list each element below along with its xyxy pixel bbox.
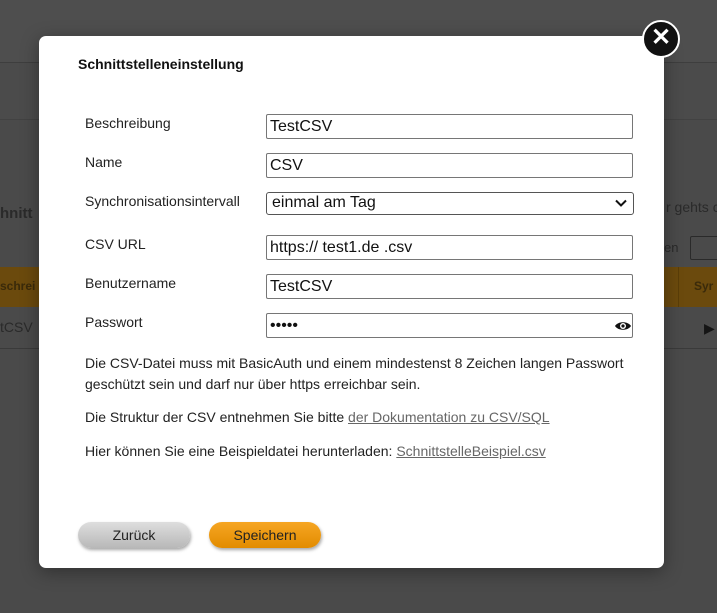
chevron-down-icon xyxy=(615,199,627,207)
structure-info-text: Die Struktur der CSV entnehmen Sie bitte xyxy=(85,409,349,425)
label-csv-url: CSV URL xyxy=(85,236,146,252)
csv-url-input[interactable] xyxy=(266,235,633,260)
documentation-link[interactable]: der Dokumentation zu CSV/SQL xyxy=(348,409,550,425)
label-beschreibung: Beschreibung xyxy=(85,115,171,131)
download-info: Hier können Sie eine Beispieldatei herun… xyxy=(85,441,625,462)
background-search-input xyxy=(690,236,717,260)
dialog-title: Schnittstelleneinstellung xyxy=(78,56,244,72)
background-heading: hnitt xyxy=(0,205,33,222)
close-icon[interactable]: ✕ xyxy=(642,20,680,58)
settings-dialog: Schnittstelleneinstellung Beschreibung N… xyxy=(39,36,664,568)
download-info-text: Hier können Sie eine Beispieldatei herun… xyxy=(85,443,397,459)
label-intervall: Synchronisationsintervall xyxy=(85,193,240,209)
intervall-select-value: einmal am Tag xyxy=(272,194,376,211)
structure-info: Die Struktur der CSV entnehmen Sie bitte… xyxy=(85,407,625,428)
label-benutzername: Benutzername xyxy=(85,275,177,291)
background-right-text: r gehts c xyxy=(666,199,717,215)
background-table-header-divider xyxy=(678,267,679,307)
label-name: Name xyxy=(85,154,123,170)
basic-auth-info: Die CSV-Datei muss mit BasicAuth und ein… xyxy=(85,355,624,392)
background-search-label: en xyxy=(664,240,679,255)
background-table-cell: tCSV xyxy=(0,319,33,335)
play-icon: ▶ xyxy=(704,320,715,336)
beschreibung-input[interactable] xyxy=(266,114,633,139)
name-input[interactable] xyxy=(266,153,633,178)
passwort-input[interactable] xyxy=(266,313,633,338)
intervall-select[interactable]: einmal am Tag xyxy=(266,192,634,215)
example-file-link[interactable]: SchnittstelleBeispiel.csv xyxy=(396,443,545,459)
benutzername-input[interactable] xyxy=(266,274,633,299)
save-button[interactable]: Speichern xyxy=(209,522,321,548)
back-button[interactable]: Zurück xyxy=(78,522,190,548)
background-table-header-left: schrei xyxy=(0,279,36,293)
background-table-header-right: Syr xyxy=(694,279,714,293)
eye-icon[interactable] xyxy=(614,320,632,332)
label-passwort: Passwort xyxy=(85,314,143,330)
